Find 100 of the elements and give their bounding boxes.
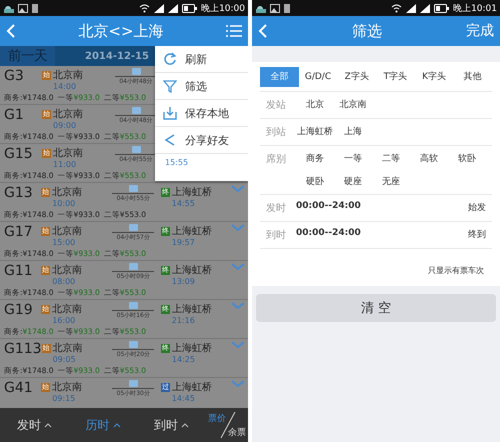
station-name: 北京南 — [52, 224, 82, 238]
station-name: 北京南 — [53, 68, 83, 82]
menu-item[interactable]: 刷新 — [155, 46, 248, 73]
train-icon — [132, 68, 140, 75]
train-number: G17 — [4, 224, 34, 242]
station-name: 北京南 — [52, 186, 82, 199]
signal-icon — [154, 4, 164, 12]
filter-option[interactable]: 软卧 — [448, 152, 486, 165]
station-name: 上海虹桥 — [172, 264, 212, 277]
time-range[interactable]: 00:00--24:00 — [296, 228, 468, 238]
station-name: 北京南 — [52, 302, 82, 316]
caret-up-icon — [181, 422, 190, 428]
back-icon[interactable] — [258, 24, 268, 38]
tickets-sort-label[interactable]: 余票 — [228, 426, 246, 439]
departure-time: 09:15 — [51, 394, 76, 403]
sim-card-icon — [32, 4, 38, 12]
filter-label: 到站 — [265, 126, 287, 139]
filter-option[interactable]: 硬卧 — [296, 175, 334, 188]
header-title: 筛选 — [351, 22, 383, 40]
signal-icon — [406, 4, 416, 12]
station-name: 上海虹桥 — [172, 342, 212, 355]
menu-icon[interactable] — [226, 25, 242, 37]
train-type-tab[interactable]: Z字头 — [337, 66, 376, 86]
filter-option[interactable]: 一等 — [334, 152, 372, 165]
expand-chevron-icon[interactable] — [231, 302, 245, 310]
battery-icon — [434, 4, 450, 12]
filter-option[interactable]: 商务 — [296, 152, 334, 165]
arrival-time: 14:45 — [170, 394, 196, 403]
train-icon — [132, 107, 140, 114]
train-number: G41 — [4, 380, 34, 398]
filter-option[interactable]: 北京 — [296, 98, 334, 111]
train-number: G11 — [4, 263, 34, 281]
only-available-option[interactable]: 只显示有票车次 — [260, 249, 492, 286]
departure-time: 16:00 — [51, 316, 76, 325]
arrival-time: 14:25 — [170, 355, 196, 364]
sort-button[interactable]: 到时 — [137, 416, 206, 434]
time-range[interactable]: 00:00--24:00 — [296, 201, 468, 211]
status-time: 晚上10:00 — [201, 2, 245, 14]
wifi-icon — [391, 4, 402, 12]
train-icon — [128, 380, 138, 387]
train-type-tab[interactable]: T字头 — [376, 66, 415, 86]
filter-option[interactable]: 高软 — [410, 152, 448, 165]
image-icon — [18, 4, 28, 12]
funnel-icon — [163, 79, 177, 93]
menu-item[interactable]: 保存本地 — [155, 100, 248, 127]
filter-option[interactable]: 上海 — [334, 125, 372, 138]
train-number: G113 — [4, 341, 42, 359]
train-number: G1 — [4, 107, 25, 125]
filter-option[interactable]: 硬座 — [334, 175, 372, 188]
clear-button[interactable]: 清 空 — [256, 294, 496, 322]
station-name: 北京南 — [53, 146, 83, 160]
station-name: 北京南 — [53, 108, 83, 121]
arrival-time: 21:16 — [170, 316, 196, 325]
departure-time: 14:00 — [52, 82, 78, 91]
filter-label: 发站 — [265, 98, 287, 112]
departure-time: 09:00 — [52, 121, 78, 130]
departure-time: 09:05 — [52, 355, 77, 364]
back-icon[interactable] — [6, 24, 16, 38]
station-name: 上海虹桥 — [172, 224, 212, 238]
price-sort-label[interactable]: 票价 — [208, 412, 226, 425]
image-icon — [270, 4, 280, 12]
expand-chevron-icon[interactable] — [231, 263, 245, 271]
arrival-time: 14:55 — [170, 199, 196, 208]
station-name: 北京南 — [52, 342, 83, 355]
sort-button[interactable]: 历时 — [68, 416, 138, 434]
caret-up-icon — [44, 422, 52, 428]
filter-label: 到时 — [265, 228, 287, 242]
departure-time: 08:00 — [51, 277, 76, 286]
arrival-time: 15:55 — [164, 157, 190, 169]
expand-chevron-icon[interactable] — [231, 224, 245, 232]
filter-option[interactable]: 二等 — [372, 152, 410, 165]
station-name: 北京南 — [52, 380, 82, 394]
station-name: 上海虹桥 — [172, 380, 212, 394]
status-time: 晚上10:01 — [453, 2, 497, 14]
filter-option[interactable]: 北京南 — [334, 98, 372, 111]
filter-label: 发时 — [265, 202, 287, 215]
train-icon — [128, 263, 138, 270]
station-name: 上海虹桥 — [172, 302, 212, 316]
filter-option[interactable]: 始发 — [468, 201, 492, 214]
train-type-tab[interactable]: K字头 — [414, 66, 454, 86]
expand-chevron-icon[interactable] — [231, 380, 245, 388]
filter-option[interactable]: 终到 — [468, 228, 492, 241]
caret-up-icon — [112, 422, 120, 428]
expand-chevron-icon[interactable] — [231, 341, 245, 349]
signal-icon — [168, 4, 178, 12]
menu-item[interactable]: 筛选 — [155, 73, 248, 100]
filter-option[interactable]: 无座 — [372, 175, 410, 188]
train-type-tab[interactable]: G/D/C — [298, 66, 338, 86]
train-type-tab[interactable]: 其他 — [453, 66, 492, 86]
done-button[interactable]: 完成 — [466, 22, 494, 40]
battery-icon — [182, 4, 198, 12]
sort-button[interactable]: 发时 — [0, 416, 69, 434]
menu-item[interactable]: 分享好友 — [155, 127, 248, 154]
train-number: G15 — [4, 146, 34, 164]
weather-icon — [255, 4, 266, 12]
filter-option[interactable]: 上海虹桥 — [296, 125, 334, 138]
departure-time: 15:00 — [51, 238, 76, 247]
arrival-time: 13:09 — [170, 277, 196, 286]
train-number: G13 — [4, 185, 34, 203]
expand-chevron-icon[interactable] — [231, 185, 245, 193]
